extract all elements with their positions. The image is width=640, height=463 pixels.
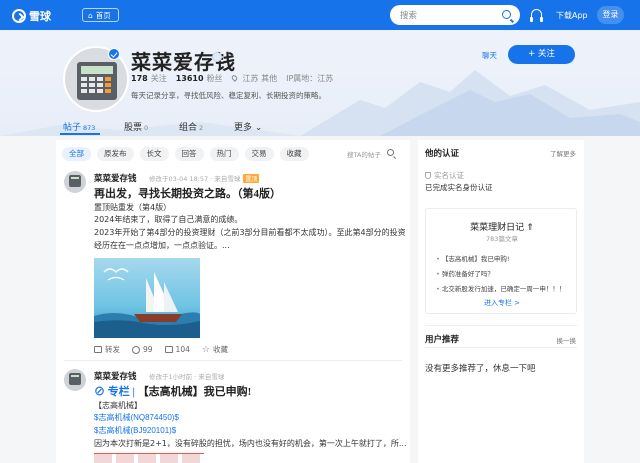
filter-hot[interactable]: 热门 xyxy=(209,147,239,161)
following-count[interactable]: 178 xyxy=(131,74,148,83)
auth-text: 已完成实名身份认证 xyxy=(425,183,493,192)
comment-icon xyxy=(132,345,140,354)
ip-location-text: IP属地：江苏 xyxy=(286,74,334,83)
column-card: 菜菜理财日记 ⇑ 783篇文章 【志高机械】我已申购! 弹药准备好了吗？ 北交新… xyxy=(425,208,577,314)
column-article-link[interactable]: 弹药准备好了吗？ xyxy=(436,268,494,278)
search-icon[interactable] xyxy=(387,149,394,156)
post-actions: 转发 99 104 ☆ 收藏 xyxy=(94,344,228,355)
sidebar: 他的认证 了解更多 实名认证 已完成实名身份认证 菜菜理财日记 ⇑ 783篇文章… xyxy=(418,140,584,463)
search-icon[interactable] xyxy=(502,10,511,19)
repost-button[interactable]: 转发 xyxy=(94,344,120,355)
recommend-empty-text: 没有更多推荐了，休息一下吧 xyxy=(425,364,536,374)
post-image[interactable] xyxy=(94,258,200,338)
column-article-link[interactable]: 北交新股发行加速，已确定一周一申！！！ xyxy=(436,283,566,293)
xueqiu-logo[interactable]: 雪球 xyxy=(12,8,51,24)
filter-long[interactable]: 长文 xyxy=(139,147,169,161)
top-navbar: 雪球 ⌂ 首页 下载App 登录 xyxy=(0,0,640,30)
profile-stats: 178 关注 13610 粉丝 江苏 其他 IP属地：江苏 xyxy=(131,73,339,84)
column-article-count: 783篇文章 xyxy=(486,235,518,243)
login-button[interactable]: 登录 xyxy=(597,6,624,24)
stock-link[interactable]: $志高机械(NQ874450)$ xyxy=(94,412,179,423)
filter-all[interactable]: 全部 xyxy=(62,147,91,161)
tab-portfolios[interactable]: 组合 2 xyxy=(179,120,203,133)
post-image[interactable] xyxy=(94,453,204,463)
star-icon: ☆ xyxy=(201,344,210,355)
post-meta: 修改于03-04 18:57 · 来自雪球 置顶 xyxy=(149,174,260,183)
following-label[interactable]: 关注 xyxy=(151,73,167,84)
like-button[interactable]: 104 xyxy=(164,345,190,354)
sidebar-divider xyxy=(425,347,577,348)
followers-label[interactable]: 粉丝 xyxy=(207,73,223,84)
shield-icon xyxy=(425,172,431,179)
post-title[interactable]: 再出发，寻找长期投资之路。（第4版） xyxy=(94,185,281,201)
filter-trades[interactable]: 交易 xyxy=(244,147,274,161)
recommend-title: 用户推荐 xyxy=(425,334,460,344)
filter-favorites[interactable]: 收藏 xyxy=(279,147,309,161)
post-filters: 全部 原发布 长文 回答 热门 交易 收藏 xyxy=(62,147,309,161)
post-search-input[interactable]: 搜TA的帖子 xyxy=(347,149,381,159)
home-icon: ⌂ xyxy=(88,10,93,20)
stock-link[interactable]: $志高机械(BJ920101)$ xyxy=(94,425,176,436)
chevron-down-icon: ⌄ xyxy=(254,123,263,133)
thumbs-up-icon xyxy=(164,346,173,353)
post-author[interactable]: 菜菜爱存钱 xyxy=(94,370,137,382)
post-divider xyxy=(64,360,402,361)
column-title[interactable]: 菜菜理财日记 ⇑ xyxy=(426,220,578,233)
customer-service-icon[interactable] xyxy=(530,9,543,22)
tab-more[interactable]: 更多 ⌄ xyxy=(234,120,262,133)
post-avatar[interactable] xyxy=(64,171,86,193)
followers-count[interactable]: 13610 xyxy=(176,74,204,83)
follow-button[interactable]: + 关注 xyxy=(508,45,575,64)
home-label: 首页 xyxy=(95,10,111,20)
column-article-link[interactable]: 【志高机械】我已申购! xyxy=(436,253,510,263)
profile-bio: 每天记录分享，寻找低风险、稳定复利、长期投资的策略。 xyxy=(131,91,326,100)
download-app-link[interactable]: 下载App xyxy=(556,10,588,21)
column-icon: ⇑ xyxy=(526,222,534,232)
favorite-button[interactable]: ☆ 收藏 xyxy=(202,344,228,355)
post-line: 2023年开始了第4部分的投资理财（之前3部分目前看都不太成功）。至此第4部分的… xyxy=(94,228,406,237)
calculator-icon xyxy=(77,62,117,100)
post-line: 置顶贴重发（第4版） xyxy=(94,203,172,212)
search-input[interactable] xyxy=(390,5,490,25)
post-line[interactable]: 经历在在一点点增加，一点点验证。... xyxy=(94,240,230,251)
sidebar-divider xyxy=(425,325,577,326)
post-line: 【志高机械】 xyxy=(94,401,142,410)
logo-icon xyxy=(12,9,26,23)
sailing-ship-illustration xyxy=(94,268,200,338)
active-tab-indicator xyxy=(60,133,100,135)
post-meta: 修改于1小时前 · 来自雪球 xyxy=(149,373,225,381)
comment-button[interactable]: 99 xyxy=(132,345,153,354)
post-feed: 全部 原发布 长文 回答 热门 交易 收藏 搜TA的帖子 菜菜爱存钱 修改于03… xyxy=(56,140,410,463)
enter-column-link[interactable]: 进入专栏 > xyxy=(426,298,578,308)
auth-learn-more-link[interactable]: 了解更多 xyxy=(550,148,576,158)
pinned-badge: 置顶 xyxy=(243,174,260,183)
post-author[interactable]: 菜菜爱存钱 xyxy=(94,172,137,184)
location-text: 江苏 其他 xyxy=(242,74,278,83)
chat-link[interactable]: 聊天 xyxy=(482,50,497,61)
auth-title: 他的认证 xyxy=(425,148,460,158)
column-tag: ⊘ 专栏 | xyxy=(94,386,135,398)
search-box xyxy=(390,5,520,25)
filter-original[interactable]: 原发布 xyxy=(97,147,134,161)
post-title[interactable]: ⊘ 专栏 | 【志高机械】我已申购! xyxy=(94,383,251,399)
logo-text: 雪球 xyxy=(29,10,51,23)
home-button[interactable]: ⌂ 首页 xyxy=(82,8,119,22)
tab-posts[interactable]: 帖子 873 xyxy=(63,120,95,133)
verified-badge-icon xyxy=(108,48,120,60)
location-icon xyxy=(230,74,238,82)
repost-icon xyxy=(94,346,102,353)
post-line[interactable]: 因为本次打新是2+1，没有碎股的担忧，场内也没有好的机会，第一次上午就打了，所.… xyxy=(94,438,407,449)
level-badge-icon xyxy=(212,52,222,62)
auth-label: 实名认证 xyxy=(425,170,464,181)
post-line: 2024年结束了，取得了自己满意的成绩。 xyxy=(94,215,243,224)
post-avatar[interactable] xyxy=(64,369,86,391)
tab-stocks[interactable]: 股票 0 xyxy=(124,120,148,133)
filter-answers[interactable]: 回答 xyxy=(174,147,204,161)
recommend-refresh-link[interactable]: 换一换 xyxy=(557,335,577,345)
